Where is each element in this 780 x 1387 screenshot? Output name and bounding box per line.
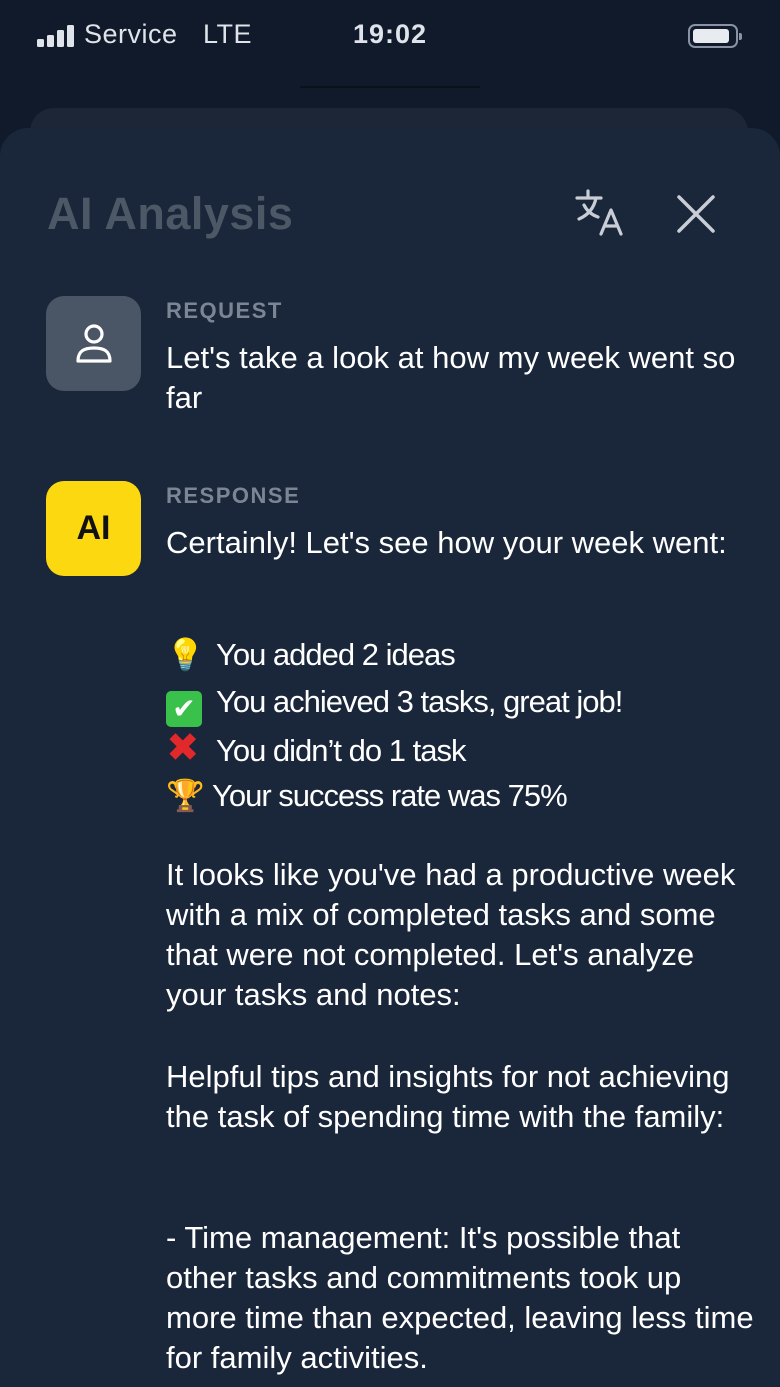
stat-text: Your success rate was 75% — [212, 778, 568, 813]
sheet-title: AI Analysis — [47, 188, 294, 239]
stat-text: You didn’t do 1 task — [216, 733, 466, 768]
response-paragraph: - Time management: It's possible that ot… — [166, 1220, 754, 1375]
stat-text: You added 2 ideas — [216, 637, 456, 672]
clock: 19:02 — [353, 19, 428, 49]
carrier-name: Service — [84, 19, 178, 49]
response-paragraph: It looks like you've had a productive we… — [166, 857, 736, 1012]
stat-success-rate: 🏆 Your success rate was 75% — [166, 772, 568, 819]
translate-button[interactable] — [574, 188, 628, 238]
response-label: RESPONSE — [166, 483, 301, 508]
user-icon — [75, 323, 112, 363]
request-label: REQUEST — [166, 298, 283, 323]
stat-ideas: 💡 You added 2 ideas — [166, 631, 456, 678]
status-bar: Service LTE 19:02 — [0, 0, 780, 72]
cross-icon: ✖ — [166, 726, 200, 770]
lightbulb-icon: 💡 — [166, 637, 205, 672]
response-intro: Certainly! Let's see how your week went: — [166, 525, 727, 560]
response-paragraph: Helpful tips and insights for not achiev… — [166, 1059, 730, 1134]
divider — [300, 86, 480, 88]
network-type: LTE — [203, 19, 253, 49]
stat-text: You achieved 3 tasks, great job! — [216, 684, 623, 719]
battery-icon — [688, 24, 742, 48]
user-avatar — [46, 296, 141, 391]
checkmark-icon: ✔ — [166, 691, 202, 727]
translate-icon — [575, 189, 623, 236]
request-text: Let's take a look at how my week went so… — [166, 340, 736, 415]
ai-avatar: AI — [46, 481, 141, 576]
signal-icon — [37, 25, 75, 47]
close-icon — [677, 195, 715, 233]
stat-missed: ✖ You didn’t do 1 task — [166, 725, 466, 772]
trophy-icon: 🏆 — [166, 778, 205, 813]
ai-avatar-label: AI — [76, 509, 111, 547]
close-button[interactable] — [674, 192, 718, 236]
stat-achieved: ✔ You achieved 3 tasks, great job! — [166, 678, 623, 727]
